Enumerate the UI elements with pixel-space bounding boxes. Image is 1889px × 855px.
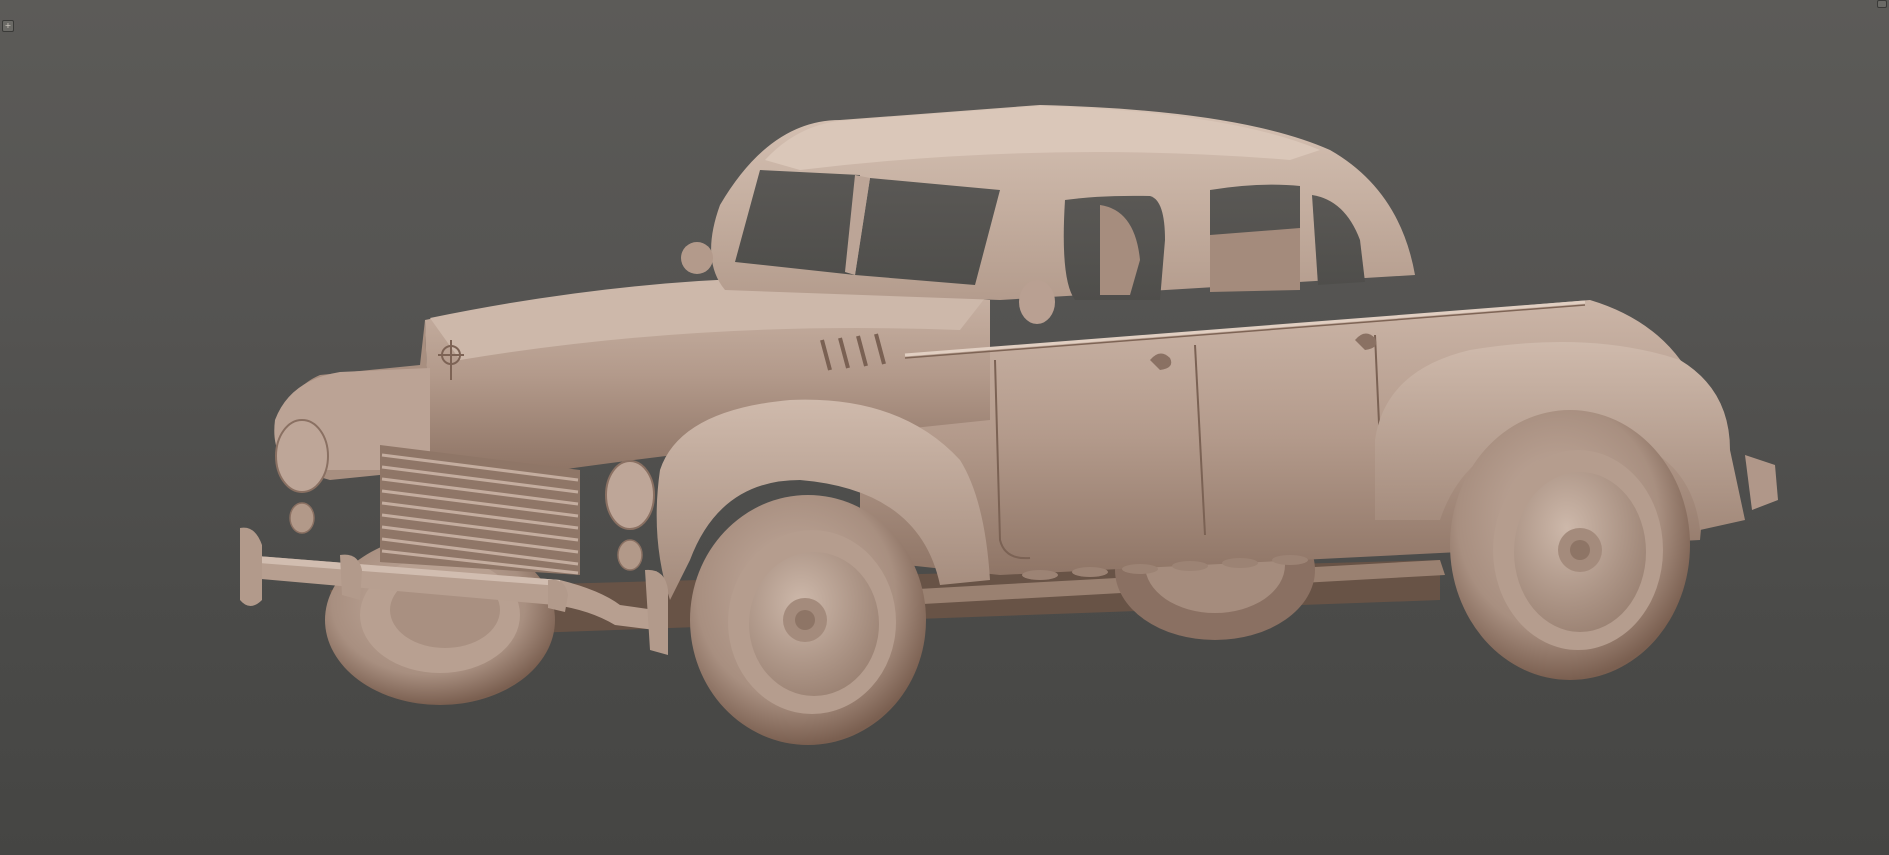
rear-wheel xyxy=(1450,410,1690,680)
3d-viewport[interactable]: + xyxy=(0,0,1889,855)
front-wheel xyxy=(690,495,926,745)
car-model-render[interactable] xyxy=(0,0,1889,855)
